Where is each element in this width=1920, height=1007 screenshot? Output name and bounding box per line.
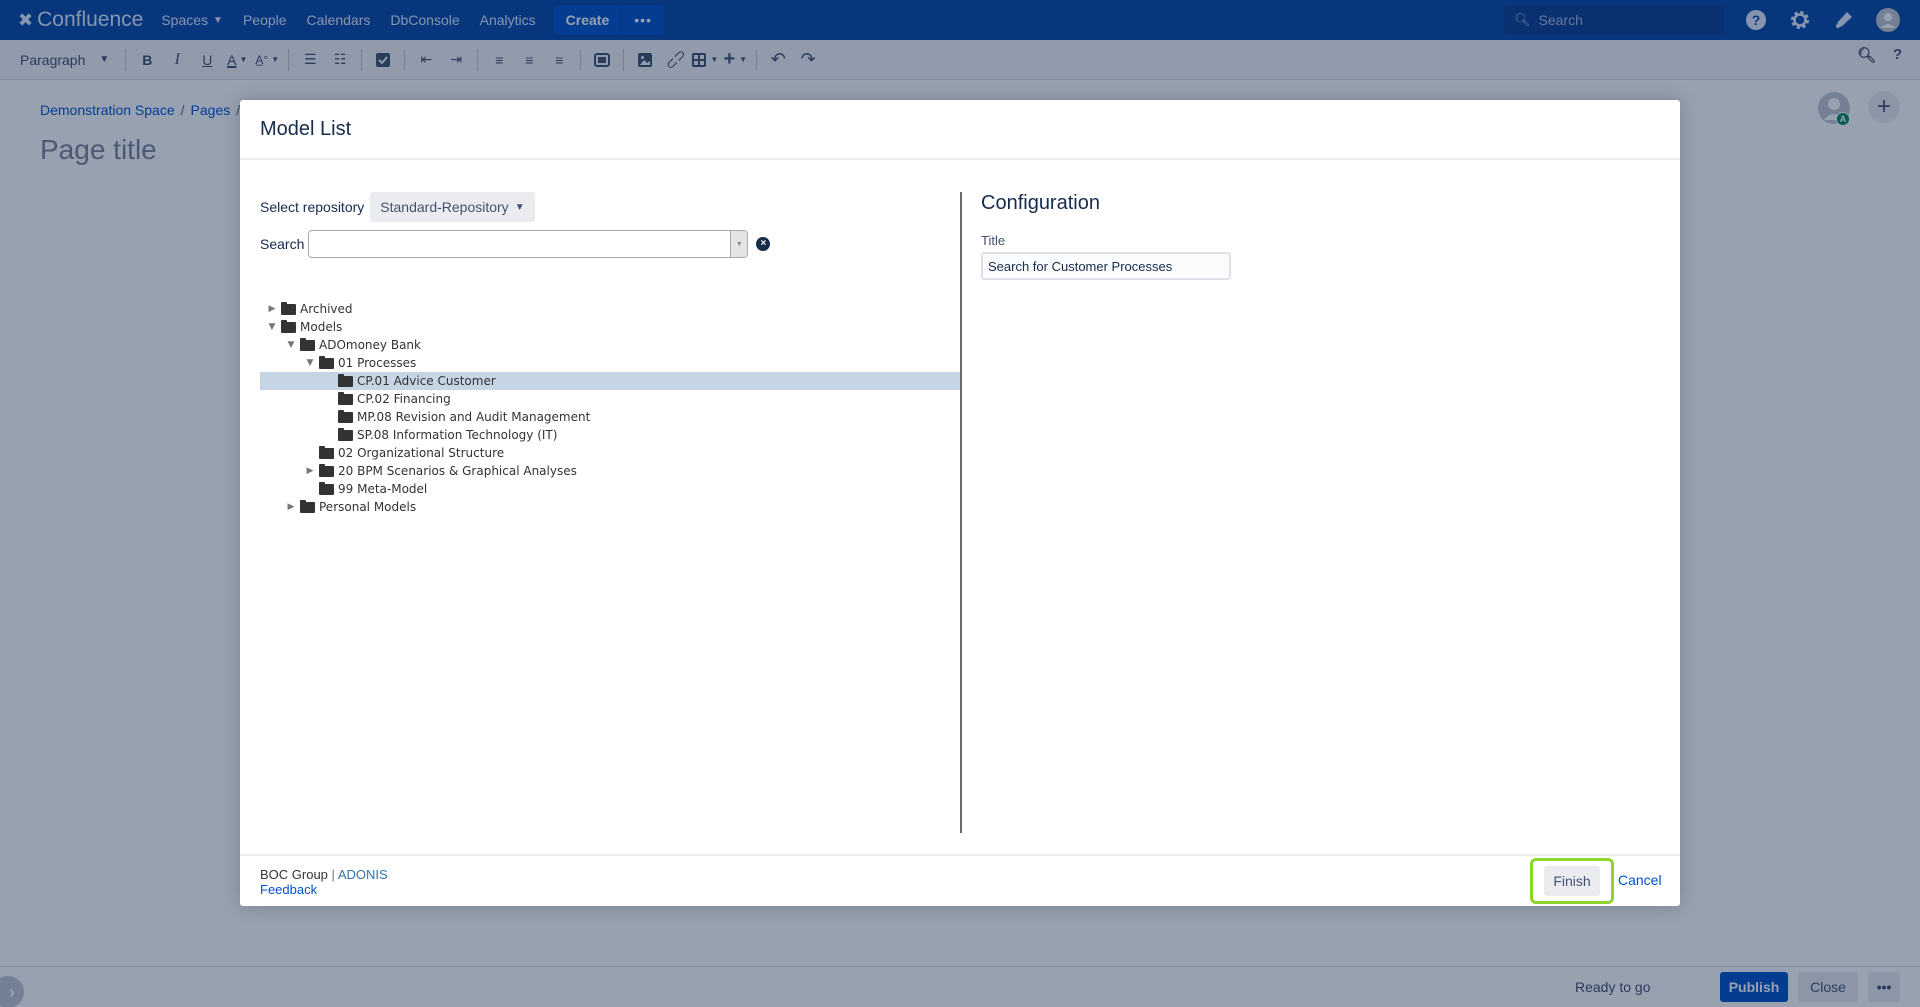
company-name: BOC Group [260,867,328,882]
folder-icon [338,412,353,423]
collapse-toggle-icon[interactable]: ▼ [266,322,278,332]
expand-toggle-icon[interactable]: ▶ [266,304,278,314]
tree-node-label: ADOmoney Bank [319,338,421,352]
tree-node-label: Personal Models [319,500,416,514]
model-search-input[interactable]: ▼ [308,230,748,258]
repository-value: Standard-Repository [380,199,508,215]
model-browser-pane: Select repository Standard-Repository ▼ … [260,192,960,258]
tree-node-label: CP.02 Financing [357,392,451,406]
repository-select[interactable]: Standard-Repository ▼ [370,192,534,222]
tree-node[interactable]: ▼ ADOmoney Bank [260,336,960,354]
finish-button[interactable]: Finish [1544,866,1600,896]
chevron-down-icon: ▼ [515,202,525,213]
dialog-header: Model List [240,100,1680,160]
dialog-footer: BOC Group | ADONIS Feedback Finish Cance… [240,854,1680,906]
cancel-button[interactable]: Cancel [1618,872,1662,888]
finish-button-highlight: Finish [1530,858,1614,904]
tree-node-label: 20 BPM Scenarios & Graphical Analyses [338,464,577,478]
expand-toggle-icon[interactable]: ▶ [304,466,316,476]
title-input[interactable]: Search for Customer Processes [981,252,1231,280]
footer-separator: | [332,867,335,882]
tree-node-label: CP.01 Advice Customer [357,374,496,388]
pane-divider [960,192,962,833]
dialog-title: Model List [260,118,351,141]
tree-node[interactable]: ▶02 Organizational Structure [260,444,960,462]
folder-icon [338,430,353,441]
tree-node[interactable]: ▶CP.02 Financing [260,390,960,408]
folder-icon [319,484,334,495]
search-dropdown-arrow[interactable]: ▼ [730,231,747,257]
clear-search-icon[interactable]: × [756,237,770,251]
tree-node-label: 02 Organizational Structure [338,446,504,460]
configuration-pane: Configuration Title Search for Customer … [981,192,1231,280]
chevron-down-icon: ▼ [736,241,743,248]
folder-icon [281,322,296,333]
adonis-link[interactable]: ADONIS [338,867,388,882]
tree-node[interactable]: ▶99 Meta-Model [260,480,960,498]
tree-node[interactable]: ▶CP.01 Advice Customer [260,372,960,390]
folder-icon [319,466,334,477]
tree-node-label: SP.08 Information Technology (IT) [357,428,557,442]
feedback-link[interactable]: Feedback [260,882,388,897]
tree-node[interactable]: ▶ 20 BPM Scenarios & Graphical Analyses [260,462,960,480]
select-repository-label: Select repository [260,199,364,215]
configuration-heading: Configuration [981,192,1231,215]
search-label: Search [260,236,304,252]
search-row: Search ▼ × [260,230,960,258]
title-label: Title [981,233,1231,248]
tree-node-label: Archived [300,302,353,316]
expand-toggle-icon[interactable]: ▶ [285,502,297,512]
folder-icon [319,358,334,369]
tree-node-label: Models [300,320,342,334]
folder-icon [338,394,353,405]
footer-credits: BOC Group | ADONIS Feedback [260,867,388,897]
folder-icon [338,376,353,387]
tree-node[interactable]: ▶ Personal Models [260,498,960,516]
folder-icon [281,304,296,315]
tree-node-label: 01 Processes [338,356,416,370]
collapse-toggle-icon[interactable]: ▼ [285,340,297,350]
model-list-dialog: Model List Select repository Standard-Re… [240,100,1680,906]
repository-row: Select repository Standard-Repository ▼ [260,192,960,222]
tree-node-label: 99 Meta-Model [338,482,427,496]
tree-node[interactable]: ▼ Models [260,318,960,336]
folder-icon [319,448,334,459]
tree-node[interactable]: ▶MP.08 Revision and Audit Management [260,408,960,426]
tree-node[interactable]: ▼ 01 Processes [260,354,960,372]
tree-node-label: MP.08 Revision and Audit Management [357,410,590,424]
folder-icon [300,340,315,351]
tree-node[interactable]: ▶SP.08 Information Technology (IT) [260,426,960,444]
tree-node[interactable]: ▶ Archived [260,300,960,318]
collapse-toggle-icon[interactable]: ▼ [304,358,316,368]
folder-icon [300,502,315,513]
model-tree: ▶Archived▼Models▼ADOmoney Bank▼01 Proces… [260,300,960,516]
